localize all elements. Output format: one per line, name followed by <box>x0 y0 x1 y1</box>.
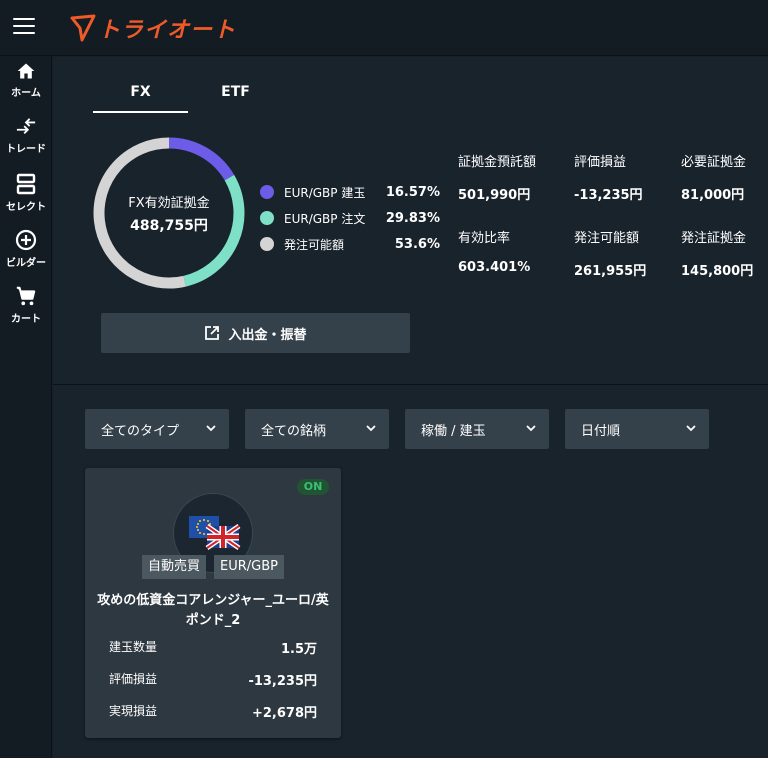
metric-order-margin: 発注証拠金 145,800円 <box>681 227 768 279</box>
row-label: 実現損益 <box>109 704 158 718</box>
tag-currency-pair: EUR/GBP <box>214 555 284 579</box>
metric-value: -13,235円 <box>574 188 643 203</box>
metric-orderable-amount: 発注可能額 261,955円 <box>574 227 694 279</box>
row-label: 建玉数量 <box>109 640 158 654</box>
donut-center-value: 488,755円 <box>130 217 208 234</box>
summary-panel: FX ETF FX有効証拠金 488,755円 EUR/GBP 建玉 16.57… <box>53 57 768 385</box>
legend-dot-position <box>260 185 274 199</box>
strategy-card[interactable]: ON 自動売買 EUR/GBP 攻めの低資金コアレンジャー_ユーロ/英ポンド_2… <box>85 468 341 738</box>
select-icon <box>16 173 36 195</box>
sidebar-item-home[interactable]: ホーム <box>0 61 52 99</box>
filter-value: 全ての銘柄 <box>261 423 327 439</box>
tag-auto-trade: 自動売買 <box>142 555 207 579</box>
metric-value: 603.401% <box>458 260 531 275</box>
metric-deposit: 証拠金預託額 501,990円 <box>458 151 578 203</box>
metric-value: 501,990円 <box>458 188 531 203</box>
external-link-icon <box>205 326 220 340</box>
chevron-down-icon <box>686 425 696 432</box>
donut-center-label: FX有効証拠金 <box>128 195 210 211</box>
logo-arrow-icon <box>70 14 96 42</box>
chevron-down-icon <box>206 425 216 432</box>
status-badge: ON <box>297 479 329 495</box>
metric-label: 評価損益 <box>574 155 627 170</box>
legend-percent: 53.6% <box>394 236 440 252</box>
sidebar-item-select[interactable]: セレクト <box>0 173 52 213</box>
app-logo[interactable]: トライオート <box>70 12 236 44</box>
asset-tabs: FX ETF <box>93 81 283 113</box>
card-row-realized-pl: 実現損益 +2,678円 <box>109 702 317 721</box>
trade-arrows-icon <box>16 118 36 135</box>
filter-value: 日付順 <box>581 423 621 439</box>
donut-center: FX有効証拠金 488,755円 <box>93 137 245 289</box>
metric-label: 証拠金預託額 <box>458 155 537 170</box>
card-row-position-qty: 建玉数量 1.5万 <box>109 638 317 657</box>
sidebar-item-label: トレード <box>6 144 46 155</box>
metric-label: 有効比率 <box>458 231 511 246</box>
donut-legend: EUR/GBP 建玉 16.57% EUR/GBP 注文 29.83% 発注可能… <box>260 179 440 257</box>
sidebar-item-label: カート <box>11 314 41 325</box>
row-value: -13,235円 <box>248 674 317 689</box>
legend-label: EUR/GBP 注文 <box>284 211 366 226</box>
menu-icon[interactable] <box>13 18 35 36</box>
metric-value: 261,955円 <box>574 264 647 279</box>
card-row-unrealized-pl: 評価損益 -13,235円 <box>109 670 317 689</box>
cart-icon <box>16 286 36 306</box>
logo-text: トライオート <box>98 18 237 43</box>
row-value: 1.5万 <box>280 642 317 657</box>
metric-unrealized-pl: 評価損益 -13,235円 <box>574 151 694 203</box>
tab-fx[interactable]: FX <box>93 81 188 113</box>
sidebar-item-label: セレクト <box>6 202 46 213</box>
metric-effective-ratio: 有効比率 603.401% <box>458 227 578 275</box>
metric-value: 145,800円 <box>681 264 754 279</box>
legend-item: 発注可能額 53.6% <box>260 231 440 257</box>
sidebar-item-builder[interactable]: ビルダー <box>0 229 52 269</box>
metric-label: 発注証拠金 <box>681 231 747 246</box>
main-content: FX ETF FX有効証拠金 488,755円 EUR/GBP 建玉 16.57… <box>53 57 768 758</box>
filter-status-dropdown[interactable]: 稼働 / 建玉 <box>405 409 549 449</box>
sidebar-item-trade[interactable]: トレード <box>0 117 52 155</box>
metric-required-margin: 必要証拠金 81,000円 <box>681 151 768 203</box>
metric-label: 必要証拠金 <box>681 155 747 170</box>
legend-dot-order <box>260 211 274 225</box>
sidebar-item-label: ビルダー <box>6 258 46 269</box>
legend-item: EUR/GBP 建玉 16.57% <box>260 179 440 205</box>
sidebar-item-label: ホーム <box>11 88 41 99</box>
filter-type-dropdown[interactable]: 全てのタイプ <box>85 409 229 449</box>
filter-value: 稼働 / 建玉 <box>421 423 486 439</box>
plus-circle-icon <box>15 229 37 251</box>
top-bar: トライオート <box>0 0 768 56</box>
legend-label: EUR/GBP 建玉 <box>284 185 366 200</box>
metric-value: 81,000円 <box>681 188 745 203</box>
tab-etf[interactable]: ETF <box>188 81 283 113</box>
filter-sort-dropdown[interactable]: 日付順 <box>565 409 709 449</box>
legend-dot-available <box>260 237 274 251</box>
chevron-down-icon <box>526 425 536 432</box>
deposit-transfer-label: 入出金・振替 <box>228 327 307 343</box>
card-tags: 自動売買 EUR/GBP <box>85 555 341 579</box>
legend-percent: 16.57% <box>385 184 440 200</box>
filter-value: 全てのタイプ <box>101 423 180 439</box>
home-icon <box>17 63 35 79</box>
legend-label: 発注可能額 <box>284 237 345 252</box>
legend-percent: 29.83% <box>385 210 440 226</box>
legend-item: EUR/GBP 注文 29.83% <box>260 205 440 231</box>
chevron-down-icon <box>366 425 376 432</box>
sidebar-item-cart[interactable]: カート <box>0 285 52 325</box>
strategy-title: 攻めの低資金コアレンジャー_ユーロ/英ポンド_2 <box>97 593 329 628</box>
metric-label: 発注可能額 <box>574 231 640 246</box>
row-label: 評価損益 <box>109 672 158 686</box>
deposit-transfer-button[interactable]: 入出金・振替 <box>101 313 410 353</box>
filter-symbol-dropdown[interactable]: 全ての銘柄 <box>245 409 389 449</box>
sidebar: ホーム トレード セレクト ビルダー カート <box>0 56 52 758</box>
row-value: +2,678円 <box>251 706 317 721</box>
